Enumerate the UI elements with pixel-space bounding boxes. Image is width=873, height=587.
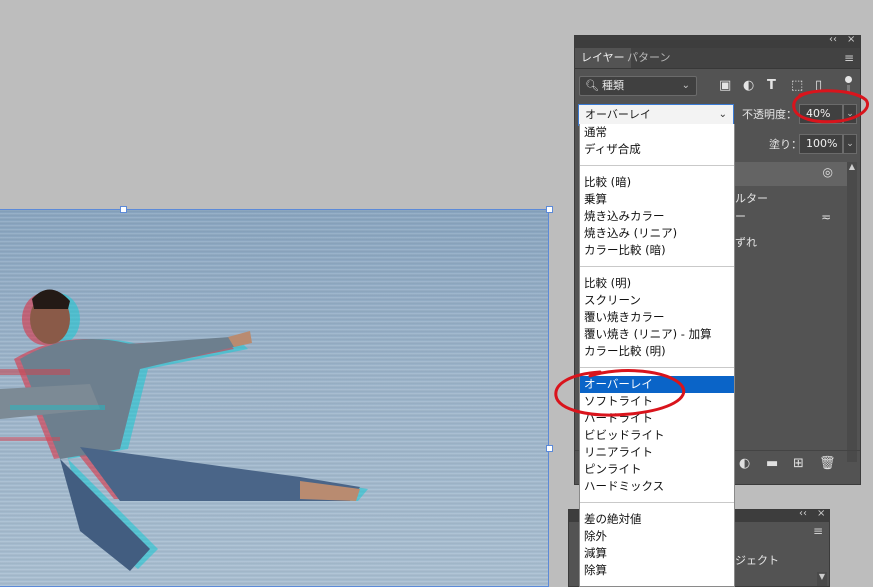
layer-name: ずれ — [735, 236, 757, 249]
opacity-dropdown-button[interactable]: ⌄ — [843, 104, 857, 124]
image-filter-icon[interactable]: ▣ — [719, 78, 731, 93]
search-icon: 🔍︎ — [585, 79, 599, 92]
close-icon[interactable]: × — [847, 34, 855, 45]
blend-option-vivid-light[interactable]: ビビッドライト — [580, 427, 734, 444]
blend-option-linear-burn[interactable]: 焼き込み (リニア) — [580, 225, 734, 242]
blend-option-normal[interactable]: 通常 — [580, 124, 734, 141]
panel-menu-icon[interactable]: ≡ — [813, 524, 823, 538]
blend-option-color-burn[interactable]: 焼き込みカラー — [580, 208, 734, 225]
blend-option-linear-dodge[interactable]: 覆い焼き (リニア) - 加算 — [580, 326, 734, 343]
blend-mode-select[interactable]: オーバーレイ ⌄ — [578, 104, 734, 126]
panel-title-bar[interactable]: ‹‹ × — [575, 34, 860, 48]
layer-filter-row: 🔍︎ 種類 ⌄ ▣ ◐ T ⬚ ▯ — [579, 76, 857, 98]
filter-toggle-switch[interactable] — [845, 76, 853, 96]
blend-option-soft-light[interactable]: ソフトライト — [580, 393, 734, 410]
filter-kind-label: 種類 — [602, 79, 624, 92]
blend-option-overlay[interactable]: オーバーレイ — [580, 376, 734, 393]
layer-row[interactable]: ◎ — [733, 162, 847, 186]
blend-option-dissolve[interactable]: ディザ合成 — [580, 141, 734, 158]
opacity-label: 不透明度： — [742, 108, 797, 121]
blend-option-lighter-color[interactable]: カラー比較 (明) — [580, 343, 734, 360]
filter-options-icon[interactable]: ≂ — [821, 210, 831, 224]
collapse-icon[interactable]: ‹‹ — [799, 508, 807, 519]
blend-option-multiply[interactable]: 乗算 — [580, 191, 734, 208]
fill-dropdown-button[interactable]: ⌄ — [843, 134, 857, 154]
transform-handle-top[interactable] — [120, 206, 127, 213]
filter-kind-select[interactable]: 🔍︎ 種類 ⌄ — [579, 76, 697, 96]
blend-mode-dropdown: 通常 ディザ合成 比較 (暗) 乗算 焼き込みカラー 焼き込み (リニア) カラ… — [579, 124, 735, 587]
new-layer-icon[interactable]: ⊞ — [793, 456, 804, 471]
trash-icon[interactable]: 🗑︎ — [819, 456, 836, 471]
menu-divider — [580, 165, 734, 166]
transform-handle-top-right[interactable] — [546, 206, 553, 213]
layer-name: ー — [735, 210, 746, 223]
menu-divider — [580, 367, 734, 368]
blend-option-hard-mix[interactable]: ハードミックス — [580, 478, 734, 495]
blend-option-darker-color[interactable]: カラー比較 (暗) — [580, 242, 734, 259]
blend-option-difference[interactable]: 差の絶対値 — [580, 511, 734, 528]
transform-handle-right[interactable] — [546, 445, 553, 452]
opacity-input[interactable]: 40% — [799, 104, 843, 124]
menu-divider — [580, 502, 734, 503]
layer-name: ルター — [735, 192, 768, 205]
blend-option-color-dodge[interactable]: 覆い焼きカラー — [580, 309, 734, 326]
blend-option-subtract[interactable]: 減算 — [580, 545, 734, 562]
layers-scrollbar[interactable]: ▲ — [847, 162, 857, 462]
close-icon[interactable]: × — [817, 508, 825, 519]
panel-content-text: ジェクト — [735, 554, 779, 567]
panel-tabs: レイヤー パターン ≡ — [575, 48, 860, 69]
shape-filter-icon[interactable]: ⬚ — [791, 78, 803, 93]
blend-option-lighten[interactable]: 比較 (明) — [580, 275, 734, 292]
type-filter-icon[interactable]: T — [767, 78, 776, 93]
fill-label: 塗り： — [769, 138, 802, 151]
blend-mode-value: オーバーレイ — [585, 108, 651, 121]
folder-icon[interactable]: ▬ — [766, 456, 778, 471]
chevron-down-icon: ⌄ — [718, 109, 727, 120]
smart-object-link-icon: ◎ — [822, 165, 833, 179]
panel-scrollbar[interactable]: ▼ — [817, 572, 827, 586]
blend-option-screen[interactable]: スクリーン — [580, 292, 734, 309]
adjustment-layer-icon[interactable]: ◐ — [739, 456, 750, 471]
transform-bounding-box[interactable] — [0, 209, 549, 587]
collapse-icon[interactable]: ‹‹ — [829, 34, 837, 45]
blend-option-hard-light[interactable]: ハードライト — [580, 410, 734, 427]
chevron-down-icon: ⌄ — [681, 80, 690, 91]
adjustment-filter-icon[interactable]: ◐ — [743, 78, 754, 93]
blend-option-pin-light[interactable]: ピンライト — [580, 461, 734, 478]
panel-menu-icon[interactable]: ≡ — [844, 51, 854, 65]
blend-option-divide[interactable]: 除算 — [580, 562, 734, 579]
blend-option-exclusion[interactable]: 除外 — [580, 528, 734, 545]
fill-input[interactable]: 100% — [799, 134, 843, 154]
tab-patterns[interactable]: パターン — [621, 48, 676, 68]
blend-option-darken[interactable]: 比較 (暗) — [580, 174, 734, 191]
blend-option-linear-light[interactable]: リニアライト — [580, 444, 734, 461]
smart-object-filter-icon[interactable]: ▯ — [815, 78, 822, 93]
menu-divider — [580, 266, 734, 267]
